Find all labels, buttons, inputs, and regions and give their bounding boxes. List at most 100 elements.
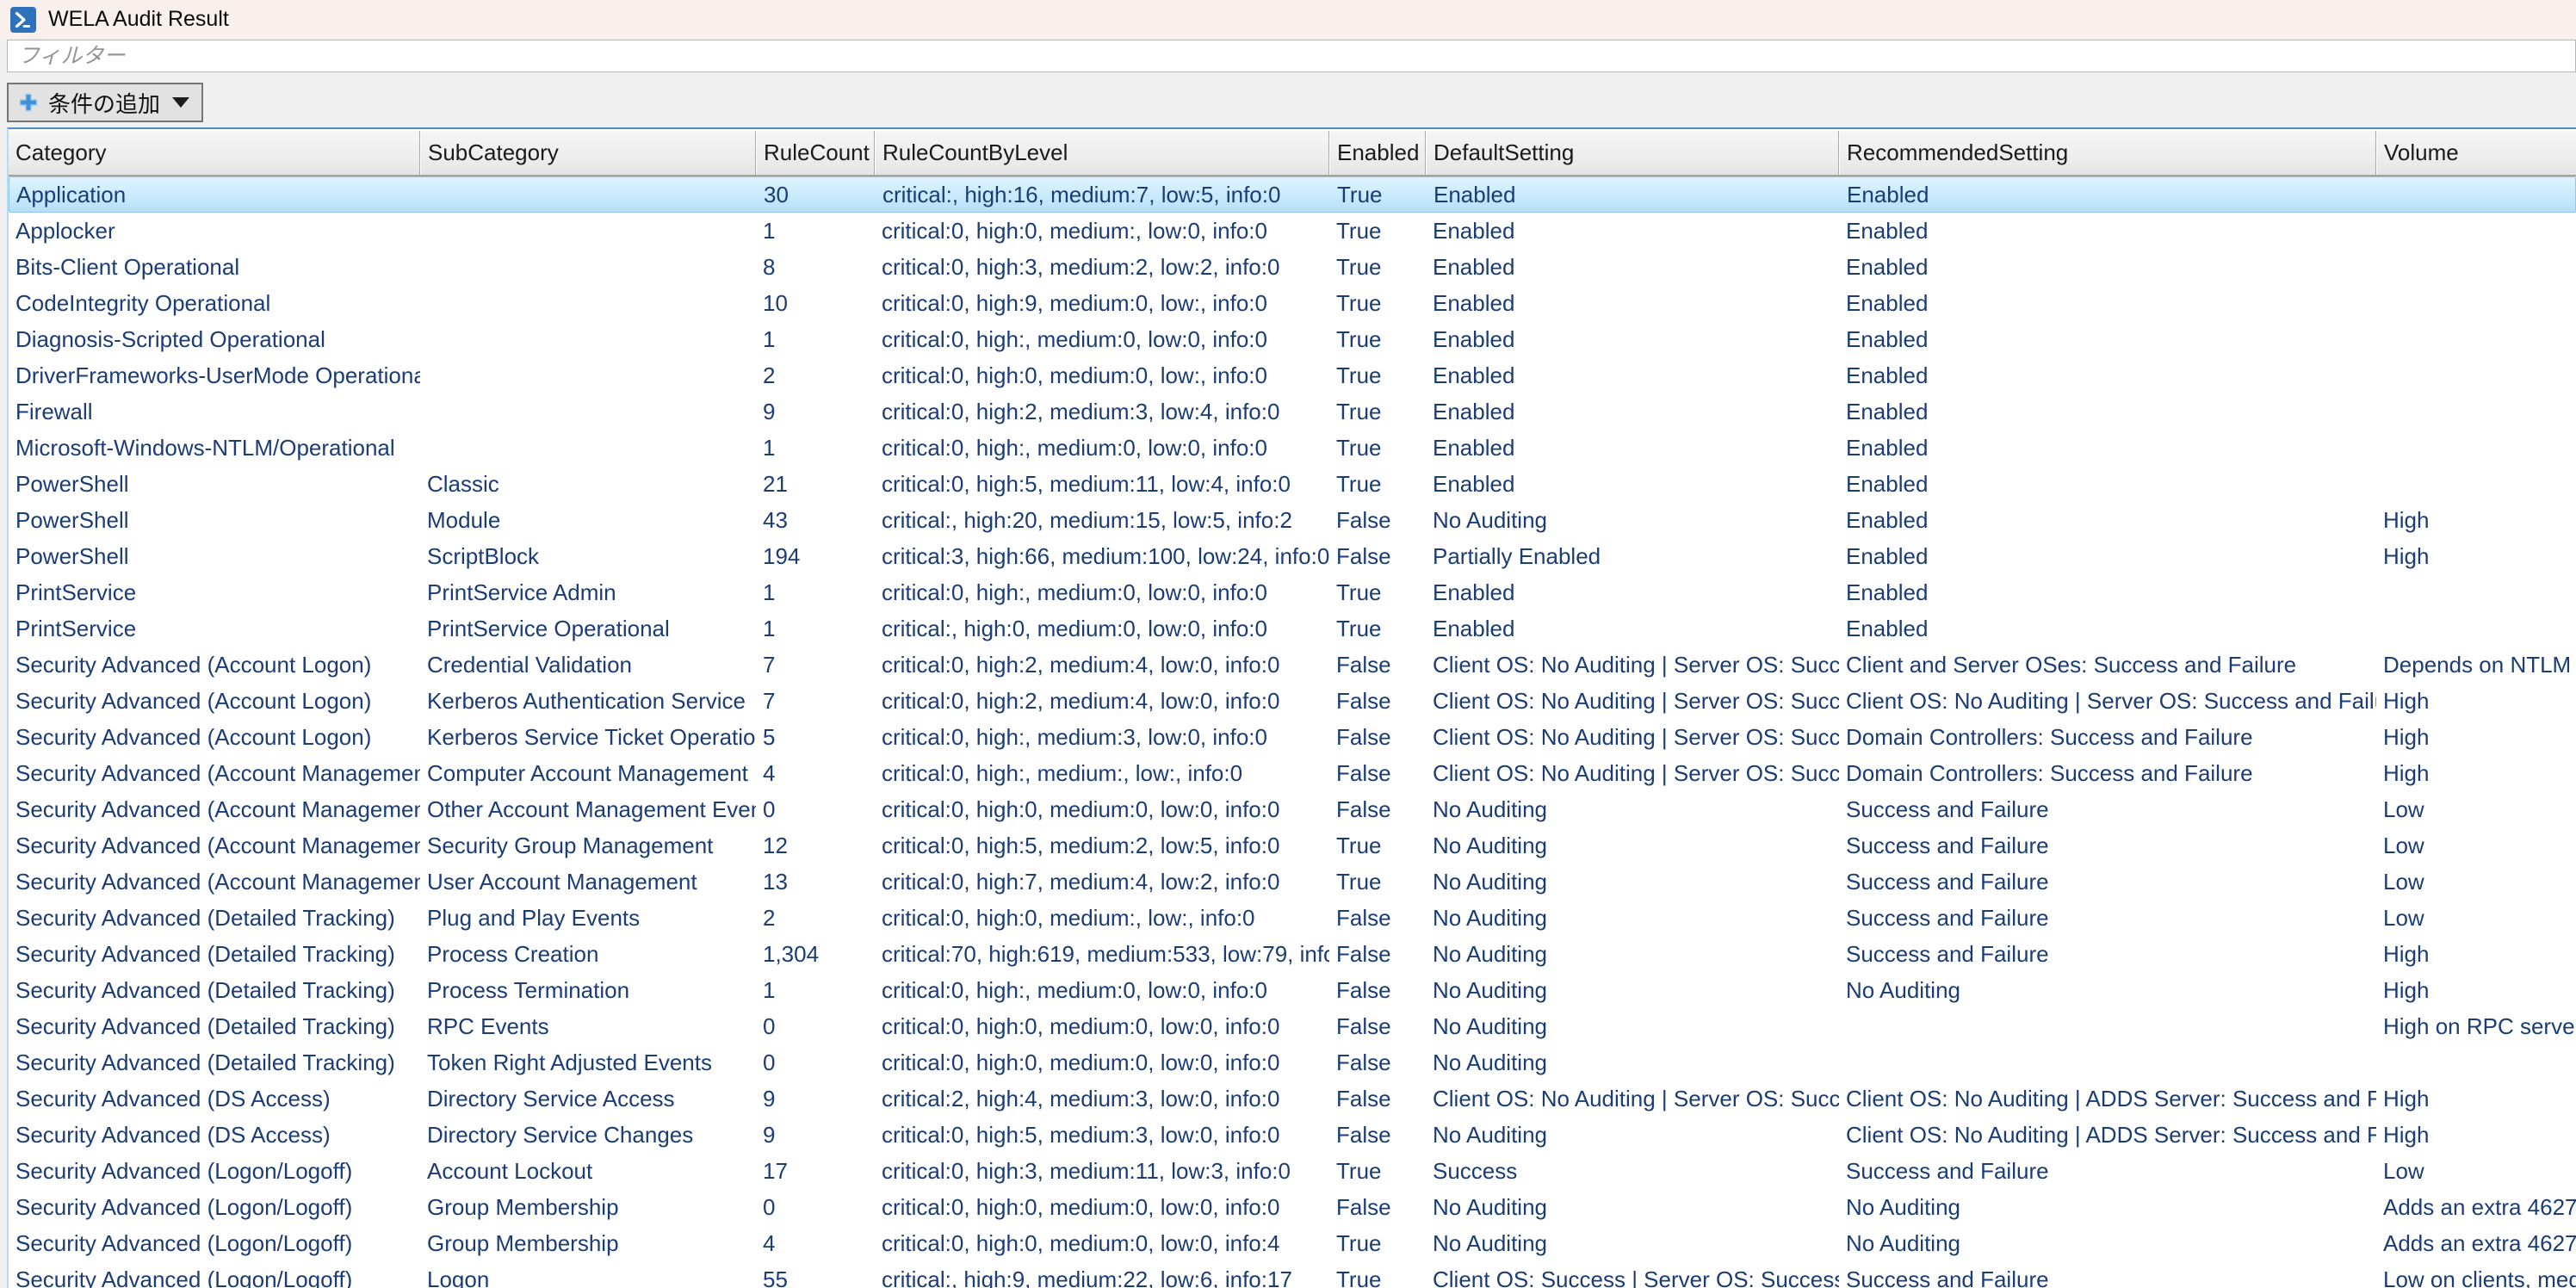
- powershell-icon: [10, 7, 36, 33]
- cell-volume: [2376, 430, 2576, 466]
- cell-rulecountbylevel: critical:0, high:0, medium:0, low:0, inf…: [875, 791, 1329, 827]
- table-row[interactable]: Bits-Client Operational8critical:0, high…: [9, 249, 2576, 285]
- cell-rulecount: 12: [756, 827, 875, 864]
- cell-volume: Low: [2376, 864, 2576, 900]
- cell-rulecount: 0: [756, 791, 875, 827]
- table-row[interactable]: Security Advanced (Account Management)Co…: [9, 755, 2576, 791]
- cell-rulecount: 17: [756, 1153, 875, 1189]
- table-row[interactable]: CodeIntegrity Operational10critical:0, h…: [9, 285, 2576, 321]
- table-row[interactable]: Application30critical:, high:16, medium:…: [9, 176, 2576, 213]
- cell-category: Security Advanced (Logon/Logoff): [9, 1189, 420, 1225]
- table-row[interactable]: Security Advanced (Detailed Tracking)Pro…: [9, 972, 2576, 1008]
- cell-enabled: True: [1329, 285, 1426, 321]
- cell-volume: Low on clients, mediu: [2376, 1261, 2576, 1288]
- cell-enabled: False: [1329, 647, 1426, 683]
- column-header-volume[interactable]: Volume: [2376, 131, 2576, 175]
- column-header-subcategory[interactable]: SubCategory: [420, 131, 756, 175]
- column-header-enabled[interactable]: Enabled: [1329, 131, 1426, 175]
- cell-recommendedsetting: Enabled: [1839, 430, 2376, 466]
- cell-rulecountbylevel: critical:, high:20, medium:15, low:5, in…: [875, 502, 1329, 538]
- table-row[interactable]: PowerShellScriptBlock194critical:3, high…: [9, 538, 2576, 574]
- table-row[interactable]: Security Advanced (Account Management)Us…: [9, 864, 2576, 900]
- cell-recommendedsetting: [1839, 1008, 2376, 1044]
- cell-enabled: False: [1329, 1044, 1426, 1081]
- cell-rulecountbylevel: critical:3, high:66, medium:100, low:24,…: [875, 538, 1329, 574]
- cell-volume: [2376, 321, 2576, 357]
- cell-subcategory: Computer Account Management: [420, 755, 756, 791]
- cell-enabled: False: [1329, 1189, 1426, 1225]
- cell-rulecount: 0: [756, 1044, 875, 1081]
- table-row[interactable]: Security Advanced (Logon/Logoff)Logon55c…: [9, 1261, 2576, 1288]
- cell-category: Security Advanced (Detailed Tracking): [9, 900, 420, 936]
- cell-category: Security Advanced (Logon/Logoff): [9, 1261, 420, 1288]
- cell-defaultsetting: Enabled: [1426, 213, 1839, 249]
- column-header-defaultsetting[interactable]: DefaultSetting: [1426, 131, 1839, 175]
- cell-recommendedsetting: Enabled: [1839, 357, 2376, 393]
- table-row[interactable]: Security Advanced (Account Management)Se…: [9, 827, 2576, 864]
- cell-rulecount: 2: [756, 900, 875, 936]
- table-row[interactable]: Security Advanced (Account Logon)Credent…: [9, 647, 2576, 683]
- table-row[interactable]: Security Advanced (Account Management)Ot…: [9, 791, 2576, 827]
- column-header-recommendedsetting[interactable]: RecommendedSetting: [1839, 131, 2376, 175]
- table-row[interactable]: PrintServicePrintService Operational1cri…: [9, 610, 2576, 647]
- cell-rulecount: 43: [756, 502, 875, 538]
- filter-input[interactable]: [7, 40, 2576, 72]
- table-row[interactable]: Security Advanced (Detailed Tracking)RPC…: [9, 1008, 2576, 1044]
- table-row[interactable]: Security Advanced (Detailed Tracking)Tok…: [9, 1044, 2576, 1081]
- table-row[interactable]: Security Advanced (DS Access)Directory S…: [9, 1081, 2576, 1117]
- cell-defaultsetting: No Auditing: [1426, 1117, 1839, 1153]
- cell-volume: [2376, 1044, 2576, 1081]
- cell-rulecountbylevel: critical:0, high:0, medium:, low:, info:…: [875, 900, 1329, 936]
- cell-enabled: True: [1329, 393, 1426, 430]
- table-row[interactable]: Security Advanced (Logon/Logoff)Account …: [9, 1153, 2576, 1189]
- cell-defaultsetting: Enabled: [1426, 466, 1839, 502]
- cell-rulecountbylevel: critical:0, high:5, medium:11, low:4, in…: [875, 466, 1329, 502]
- table-row[interactable]: PowerShellClassic21critical:0, high:5, m…: [9, 466, 2576, 502]
- cell-category: Bits-Client Operational: [9, 249, 420, 285]
- table-row[interactable]: Security Advanced (Account Logon)Kerbero…: [9, 719, 2576, 755]
- cell-subcategory: [420, 249, 756, 285]
- cell-volume: High: [2376, 1117, 2576, 1153]
- cell-recommendedsetting: [1839, 1044, 2376, 1081]
- cell-rulecount: 21: [756, 466, 875, 502]
- cell-recommendedsetting: Enabled: [1839, 285, 2376, 321]
- table-row[interactable]: Security Advanced (Detailed Tracking)Pro…: [9, 936, 2576, 972]
- cell-subcategory: Group Membership: [420, 1225, 756, 1261]
- plus-icon: [17, 91, 40, 114]
- cell-subcategory: Kerberos Service Ticket Operations: [420, 719, 756, 755]
- cell-category: Security Advanced (Account Logon): [9, 683, 420, 719]
- column-header-rulecount[interactable]: RuleCount: [756, 131, 875, 175]
- cell-subcategory: Process Creation: [420, 936, 756, 972]
- cell-rulecountbylevel: critical:0, high:0, medium:0, low:0, inf…: [875, 1044, 1329, 1081]
- table-row[interactable]: Firewall9critical:0, high:2, medium:3, l…: [9, 393, 2576, 430]
- table-row[interactable]: DriverFrameworks-UserMode Operational2cr…: [9, 357, 2576, 393]
- table-row[interactable]: Security Advanced (Account Logon)Kerbero…: [9, 683, 2576, 719]
- column-header-rulecountbylevel[interactable]: RuleCountByLevel: [875, 131, 1329, 175]
- table-row[interactable]: PowerShellModule43critical:, high:20, me…: [9, 502, 2576, 538]
- table-row[interactable]: PrintServicePrintService Admin1critical:…: [9, 574, 2576, 610]
- column-header-category[interactable]: Category: [9, 131, 420, 175]
- cell-recommendedsetting: Enabled: [1839, 393, 2376, 430]
- table-row[interactable]: Diagnosis-Scripted Operational1critical:…: [9, 321, 2576, 357]
- cell-subcategory: [420, 321, 756, 357]
- table-row[interactable]: Security Advanced (Logon/Logoff)Group Me…: [9, 1225, 2576, 1261]
- cell-volume: Low: [2376, 900, 2576, 936]
- cell-recommendedsetting: Enabled: [1839, 538, 2376, 574]
- cell-recommendedsetting: Client OS: No Auditing | Server OS: Succ…: [1839, 683, 2376, 719]
- table-row[interactable]: Microsoft-Windows-NTLM/Operational1criti…: [9, 430, 2576, 466]
- table-row[interactable]: Security Advanced (DS Access)Directory S…: [9, 1117, 2576, 1153]
- cell-subcategory: Account Lockout: [420, 1153, 756, 1189]
- cell-rulecountbylevel: critical:0, high:5, medium:2, low:5, inf…: [875, 827, 1329, 864]
- table-row[interactable]: Applocker1critical:0, high:0, medium:, l…: [9, 213, 2576, 249]
- add-criteria-button[interactable]: 条件の追加: [7, 83, 203, 122]
- table-row[interactable]: Security Advanced (Logon/Logoff)Group Me…: [9, 1189, 2576, 1225]
- cell-volume: High on RPC servers (: [2376, 1008, 2576, 1044]
- cell-rulecountbylevel: critical:0, high:, medium:0, low:0, info…: [875, 574, 1329, 610]
- cell-enabled: False: [1329, 1081, 1426, 1117]
- cell-rulecountbylevel: critical:0, high:, medium:, low:, info:0: [875, 755, 1329, 791]
- cell-rulecountbylevel: critical:0, high:5, medium:3, low:0, inf…: [875, 1117, 1329, 1153]
- cell-volume: [2376, 249, 2576, 285]
- cell-subcategory: Kerberos Authentication Service: [420, 683, 756, 719]
- table-row[interactable]: Security Advanced (Detailed Tracking)Plu…: [9, 900, 2576, 936]
- cell-rulecount: 9: [756, 393, 875, 430]
